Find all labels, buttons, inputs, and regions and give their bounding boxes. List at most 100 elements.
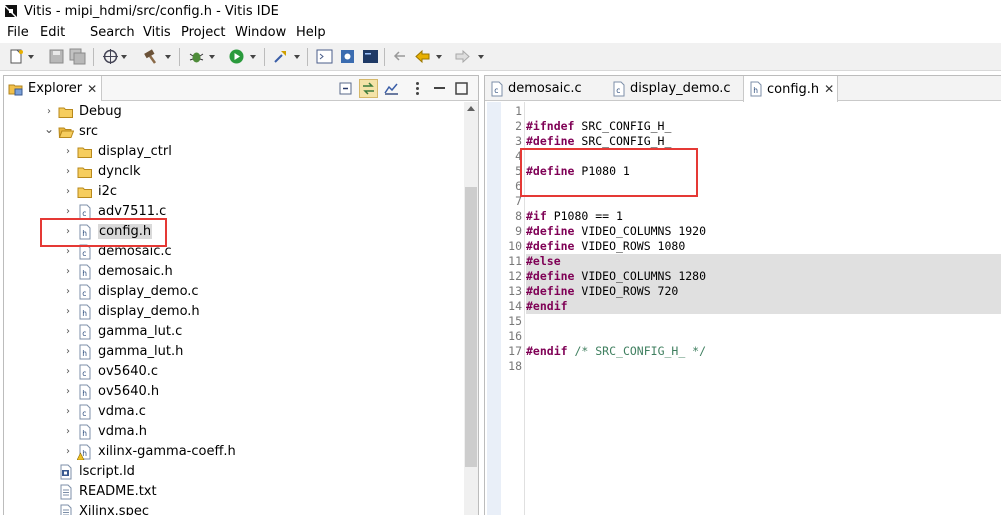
tree-item[interactable]: › display_ctrl (4, 142, 464, 162)
code-line[interactable]: #endif /* SRC_CONFIG_H_ */ (526, 344, 1001, 359)
explorer-scrollbar[interactable] (464, 102, 478, 515)
project-tree: › Debug ⌄ src › display_ctrl › dynclk › i2c › c adv7… (4, 102, 464, 515)
chevron-right-icon[interactable]: › (63, 447, 73, 457)
menu-edit[interactable]: Edit (40, 22, 65, 43)
target-icon[interactable] (102, 48, 119, 65)
chevron-right-icon[interactable]: › (63, 147, 73, 157)
folder-icon (77, 187, 92, 198)
chevron-right-icon[interactable]: › (63, 367, 73, 377)
external-tools-icon[interactable] (272, 48, 289, 65)
code-line[interactable] (526, 359, 1001, 374)
tree-item[interactable]: ⌄ src (4, 122, 464, 142)
chevron-down-icon[interactable]: ⌄ (44, 123, 54, 135)
editor-tab[interactable]: c display_demo.c (607, 76, 743, 101)
code-line[interactable]: #define VIDEO_COLUMNS 1280 (526, 269, 1001, 284)
code-text: VIDEO_COLUMNS 1920 (574, 224, 707, 238)
tree-item[interactable]: lscript.ld (4, 462, 464, 482)
tree-item[interactable]: › h xilinx-gamma-coeff.h (4, 442, 464, 462)
code-line[interactable]: #define VIDEO_ROWS 720 (526, 284, 1001, 299)
line-number: 5 (515, 164, 522, 178)
console-icon[interactable] (362, 48, 379, 65)
save-all-icon[interactable] (69, 48, 86, 65)
menu-project[interactable]: Project (181, 22, 225, 43)
tree-item[interactable]: › Debug (4, 102, 464, 122)
link-with-editor-icon[interactable] (359, 79, 378, 98)
svg-text:c: c (616, 86, 620, 95)
chevron-right-icon[interactable]: › (63, 287, 73, 297)
new-icon[interactable] (8, 48, 25, 65)
close-icon[interactable]: ✕ (87, 82, 97, 96)
menu-vitis[interactable]: Vitis (143, 22, 171, 43)
tree-item[interactable]: › c display_demo.c (4, 282, 464, 302)
terminal-icon[interactable] (316, 48, 333, 65)
code-text: VIDEO_COLUMNS 1280 (574, 269, 707, 283)
code-line[interactable]: #define VIDEO_ROWS 1080 (526, 239, 1001, 254)
tree-item[interactable]: › c ov5640.c (4, 362, 464, 382)
maximize-icon[interactable] (453, 80, 470, 97)
last-edit-icon[interactable] (391, 48, 408, 65)
chevron-right-icon[interactable]: › (63, 207, 73, 217)
editor-tab-label: config.h (767, 81, 820, 97)
chevron-right-icon[interactable]: › (63, 347, 73, 357)
line-number: 17 (508, 344, 522, 358)
chevron-right-icon[interactable]: › (63, 267, 73, 277)
chevron-right-icon[interactable]: › (63, 167, 73, 177)
chevron-right-icon[interactable]: › (63, 247, 73, 257)
debug-bug-icon[interactable] (188, 48, 205, 65)
chevron-right-icon[interactable]: › (63, 187, 73, 197)
tab-explorer[interactable]: Explorer ✕ (4, 76, 102, 101)
code-line[interactable]: #define VIDEO_COLUMNS 1920 (526, 224, 1001, 239)
close-icon[interactable]: ✕ (824, 82, 834, 96)
tree-item[interactable]: › h display_demo.h (4, 302, 464, 322)
preprocessor-keyword: #define (526, 284, 575, 298)
menu-help[interactable]: Help (296, 22, 326, 43)
forward-arrow-icon[interactable] (454, 48, 471, 65)
tree-item[interactable]: › h demosaic.h (4, 262, 464, 282)
tree-item[interactable]: › h ov5640.h (4, 382, 464, 402)
editor-tab-label: display_demo.c (630, 81, 731, 96)
run-icon[interactable] (228, 48, 245, 65)
code-line[interactable] (526, 314, 1001, 329)
tree-item[interactable]: › c vdma.c (4, 402, 464, 422)
code-line[interactable] (526, 104, 1001, 119)
minimize-icon[interactable] (431, 80, 448, 97)
build-hammer-icon[interactable] (142, 48, 159, 65)
filter-icon[interactable] (383, 80, 400, 97)
menu-search[interactable]: Search (90, 22, 135, 43)
chevron-right-icon[interactable]: › (63, 307, 73, 317)
editor-tab[interactable]: h config.h ✕ (743, 76, 838, 102)
tree-item[interactable]: › dynclk (4, 162, 464, 182)
code-line[interactable]: #ifndef SRC_CONFIG_H_ (526, 119, 1001, 134)
code-line[interactable]: #endif (526, 299, 1001, 314)
window-title: Vitis - mipi_hdmi/src/config.h - Vitis I… (24, 3, 279, 19)
save-icon[interactable] (48, 48, 65, 65)
tree-item-label: display_ctrl (98, 144, 172, 159)
chevron-right-icon[interactable]: › (63, 407, 73, 417)
chevron-right-icon[interactable]: › (63, 387, 73, 397)
back-arrow-icon[interactable] (414, 48, 431, 65)
tree-item[interactable]: › h vdma.h (4, 422, 464, 442)
debug-config-icon[interactable] (339, 48, 356, 65)
menu-window[interactable]: Window (235, 22, 286, 43)
tree-item[interactable]: README.txt (4, 482, 464, 502)
tree-item[interactable]: › h gamma_lut.h (4, 342, 464, 362)
collapse-all-icon[interactable] (338, 80, 355, 97)
code-line[interactable]: #if P1080 == 1 (526, 209, 1001, 224)
header-file-icon: h (79, 424, 91, 440)
scroll-up-arrow-icon[interactable] (467, 106, 475, 111)
code-line[interactable]: #else (526, 254, 1001, 269)
chevron-right-icon[interactable]: › (44, 107, 54, 117)
editor-tab[interactable]: c demosaic.c (485, 76, 607, 101)
tree-item[interactable]: › c gamma_lut.c (4, 322, 464, 342)
tree-item[interactable]: Xilinx.spec (4, 502, 464, 515)
tree-item[interactable]: › i2c (4, 182, 464, 202)
view-menu-icon[interactable] (409, 80, 426, 97)
code-line[interactable]: #define SRC_CONFIG_H_ (526, 134, 1001, 149)
chevron-right-icon[interactable]: › (63, 427, 73, 437)
code-line[interactable] (526, 329, 1001, 344)
annotation-box-define-p1080 (520, 148, 698, 197)
header-file-icon: h (79, 264, 91, 280)
menu-file[interactable]: File (7, 22, 29, 43)
scroll-thumb[interactable] (465, 187, 477, 467)
chevron-right-icon[interactable]: › (63, 327, 73, 337)
